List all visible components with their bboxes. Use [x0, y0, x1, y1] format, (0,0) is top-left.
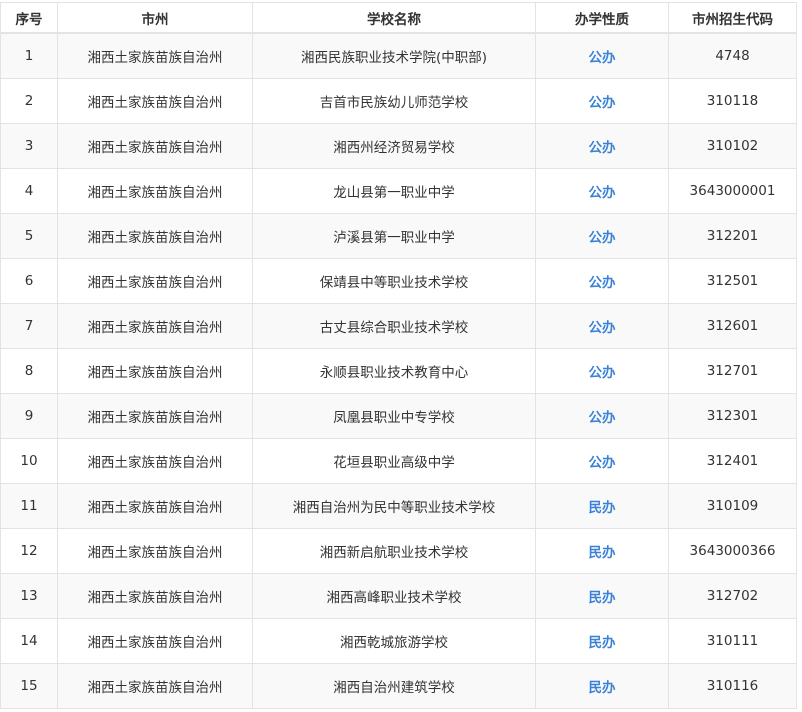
school-type-cell: 公办 [536, 124, 669, 169]
city-cell: 湘西土家族苗族自治州 [58, 484, 253, 529]
city-cell: 湘西土家族苗族自治州 [58, 664, 253, 709]
city-cell: 湘西土家族苗族自治州 [58, 529, 253, 574]
table-row: 11湘西土家族苗族自治州湘西自治州为民中等职业技术学校民办310109 [1, 484, 797, 529]
header-type: 办学性质 [536, 3, 669, 34]
row-number: 3 [1, 124, 58, 169]
city-cell: 湘西土家族苗族自治州 [58, 124, 253, 169]
enroll-code-cell: 312702 [669, 574, 797, 619]
city-cell: 湘西土家族苗族自治州 [58, 349, 253, 394]
enroll-code-cell: 310111 [669, 619, 797, 664]
header-code: 市州招生代码 [669, 3, 797, 34]
row-number: 7 [1, 304, 58, 349]
school-name-cell: 吉首市民族幼儿师范学校 [253, 79, 536, 124]
table-row: 8湘西土家族苗族自治州永顺县职业技术教育中心公办312701 [1, 349, 797, 394]
enroll-code-cell: 312501 [669, 259, 797, 304]
enroll-code-cell: 310118 [669, 79, 797, 124]
enroll-code-cell: 310116 [669, 664, 797, 709]
school-type-cell: 公办 [536, 439, 669, 484]
row-number: 14 [1, 619, 58, 664]
school-type-cell: 公办 [536, 259, 669, 304]
city-cell: 湘西土家族苗族自治州 [58, 169, 253, 214]
enroll-code-cell: 3643000001 [669, 169, 797, 214]
row-number: 10 [1, 439, 58, 484]
school-type-cell: 公办 [536, 169, 669, 214]
table-row: 13湘西土家族苗族自治州湘西高峰职业技术学校民办312702 [1, 574, 797, 619]
enroll-code-cell: 312601 [669, 304, 797, 349]
school-name-cell: 湘西自治州为民中等职业技术学校 [253, 484, 536, 529]
school-type-cell: 公办 [536, 214, 669, 259]
city-cell: 湘西土家族苗族自治州 [58, 304, 253, 349]
school-type-cell: 公办 [536, 394, 669, 439]
table-row: 12湘西土家族苗族自治州湘西新启航职业技术学校民办3643000366 [1, 529, 797, 574]
school-type-cell: 公办 [536, 79, 669, 124]
school-name-cell: 古丈县综合职业技术学校 [253, 304, 536, 349]
school-type-cell: 民办 [536, 574, 669, 619]
row-number: 12 [1, 529, 58, 574]
schools-table: 序号 市州 学校名称 办学性质 市州招生代码 1湘西土家族苗族自治州湘西民族职业… [0, 2, 797, 709]
school-name-cell: 湘西乾城旅游学校 [253, 619, 536, 664]
header-school: 学校名称 [253, 3, 536, 34]
school-name-cell: 湘西州经济贸易学校 [253, 124, 536, 169]
school-name-cell: 永顺县职业技术教育中心 [253, 349, 536, 394]
school-name-cell: 湘西民族职业技术学院(中职部) [253, 33, 536, 79]
school-type-cell: 民办 [536, 619, 669, 664]
row-number: 9 [1, 394, 58, 439]
school-name-cell: 湘西新启航职业技术学校 [253, 529, 536, 574]
city-cell: 湘西土家族苗族自治州 [58, 394, 253, 439]
city-cell: 湘西土家族苗族自治州 [58, 439, 253, 484]
city-cell: 湘西土家族苗族自治州 [58, 574, 253, 619]
enroll-code-cell: 3643000366 [669, 529, 797, 574]
header-city: 市州 [58, 3, 253, 34]
enroll-code-cell: 4748 [669, 33, 797, 79]
row-number: 11 [1, 484, 58, 529]
enroll-code-cell: 310102 [669, 124, 797, 169]
table-row: 5湘西土家族苗族自治州泸溪县第一职业中学公办312201 [1, 214, 797, 259]
row-number: 4 [1, 169, 58, 214]
enroll-code-cell: 312401 [669, 439, 797, 484]
school-name-cell: 凤凰县职业中专学校 [253, 394, 536, 439]
row-number: 15 [1, 664, 58, 709]
city-cell: 湘西土家族苗族自治州 [58, 259, 253, 304]
table-row: 6湘西土家族苗族自治州保靖县中等职业技术学校公办312501 [1, 259, 797, 304]
school-name-cell: 花垣县职业高级中学 [253, 439, 536, 484]
row-number: 13 [1, 574, 58, 619]
table-row: 15湘西土家族苗族自治州湘西自治州建筑学校民办310116 [1, 664, 797, 709]
header-no: 序号 [1, 3, 58, 34]
table-row: 7湘西土家族苗族自治州古丈县综合职业技术学校公办312601 [1, 304, 797, 349]
enroll-code-cell: 312301 [669, 394, 797, 439]
table-row: 4湘西土家族苗族自治州龙山县第一职业中学公办3643000001 [1, 169, 797, 214]
row-number: 1 [1, 33, 58, 79]
enroll-code-cell: 312701 [669, 349, 797, 394]
row-number: 8 [1, 349, 58, 394]
row-number: 2 [1, 79, 58, 124]
school-type-cell: 民办 [536, 484, 669, 529]
school-type-cell: 民办 [536, 529, 669, 574]
table-row: 3湘西土家族苗族自治州湘西州经济贸易学校公办310102 [1, 124, 797, 169]
enroll-code-cell: 312201 [669, 214, 797, 259]
school-name-cell: 泸溪县第一职业中学 [253, 214, 536, 259]
school-name-cell: 龙山县第一职业中学 [253, 169, 536, 214]
table-row: 14湘西土家族苗族自治州湘西乾城旅游学校民办310111 [1, 619, 797, 664]
table-row: 10湘西土家族苗族自治州花垣县职业高级中学公办312401 [1, 439, 797, 484]
school-type-cell: 公办 [536, 33, 669, 79]
table-row: 2湘西土家族苗族自治州吉首市民族幼儿师范学校公办310118 [1, 79, 797, 124]
table-row: 9湘西土家族苗族自治州凤凰县职业中专学校公办312301 [1, 394, 797, 439]
school-name-cell: 湘西高峰职业技术学校 [253, 574, 536, 619]
school-name-cell: 湘西自治州建筑学校 [253, 664, 536, 709]
city-cell: 湘西土家族苗族自治州 [58, 33, 253, 79]
row-number: 5 [1, 214, 58, 259]
school-type-cell: 民办 [536, 664, 669, 709]
table-header-row: 序号 市州 学校名称 办学性质 市州招生代码 [1, 3, 797, 34]
row-number: 6 [1, 259, 58, 304]
table-row: 1湘西土家族苗族自治州湘西民族职业技术学院(中职部)公办4748 [1, 33, 797, 79]
school-type-cell: 公办 [536, 304, 669, 349]
school-type-cell: 公办 [536, 349, 669, 394]
enroll-code-cell: 310109 [669, 484, 797, 529]
city-cell: 湘西土家族苗族自治州 [58, 214, 253, 259]
city-cell: 湘西土家族苗族自治州 [58, 619, 253, 664]
city-cell: 湘西土家族苗族自治州 [58, 79, 253, 124]
school-name-cell: 保靖县中等职业技术学校 [253, 259, 536, 304]
